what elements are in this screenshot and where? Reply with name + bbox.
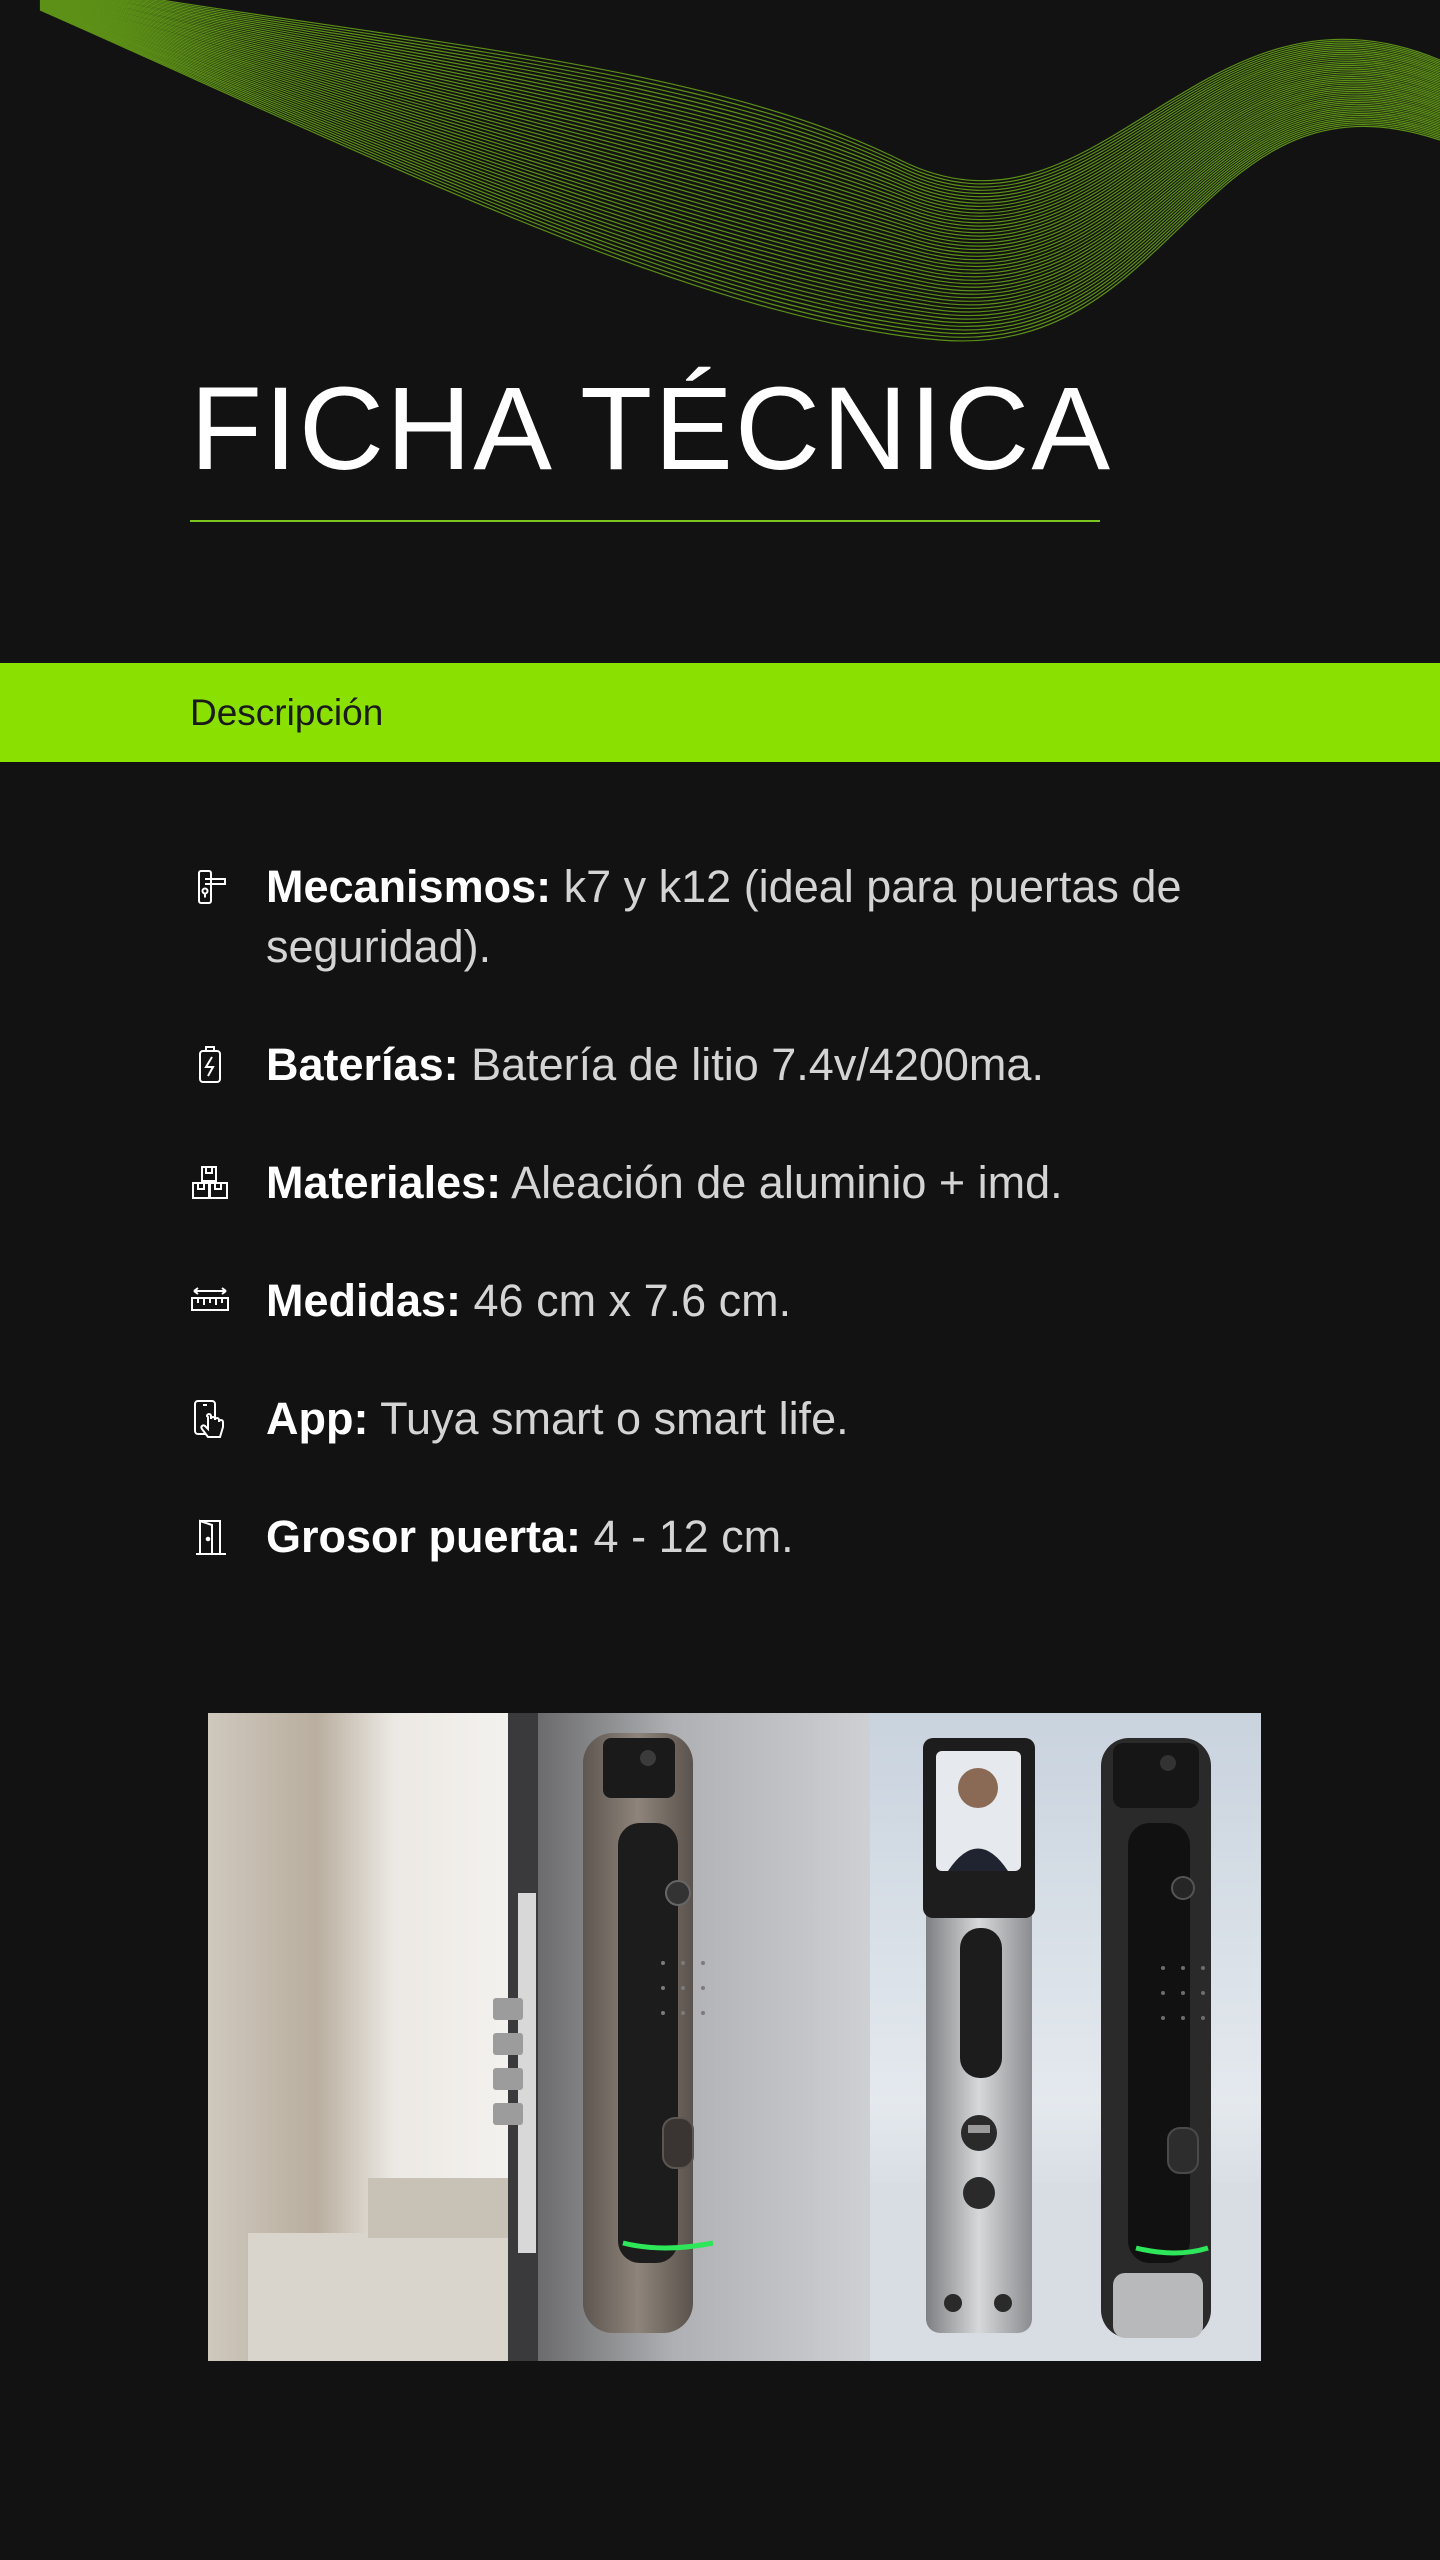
spec-item-app: App: Tuya smart o smart life.: [190, 1389, 1190, 1449]
ruler-icon: [190, 1281, 230, 1321]
spec-item-medidas: Medidas: 46 cm x 7.6 cm.: [190, 1271, 1190, 1331]
spec-label: Mecanismos:: [266, 861, 552, 912]
spec-value: Batería de litio 7.4v/4200ma.: [458, 1039, 1044, 1090]
door-icon: [190, 1517, 230, 1557]
spec-value: 4 - 12 cm.: [581, 1511, 794, 1562]
spec-label: App:: [266, 1393, 369, 1444]
phone-touch-icon: [190, 1399, 230, 1439]
spec-value: Tuya smart o smart life.: [368, 1393, 849, 1444]
section-band: Descripción: [0, 663, 1440, 762]
spec-value: 46 cm x 7.6 cm.: [461, 1275, 792, 1326]
boxes-icon: [190, 1163, 230, 1203]
spec-item-grosor: Grosor puerta: 4 - 12 cm.: [190, 1507, 1190, 1567]
spec-label: Materiales:: [266, 1157, 502, 1208]
spec-list: Mecanismos: k7 y k12 (ideal para puertas…: [190, 857, 1190, 1625]
page-title: FICHA TÉCNICA: [190, 363, 1113, 495]
spec-item-mecanismos: Mecanismos: k7 y k12 (ideal para puertas…: [190, 857, 1190, 977]
section-label: Descripción: [190, 692, 384, 733]
battery-icon: [190, 1045, 230, 1085]
title-underline: [190, 520, 1100, 522]
spec-label: Medidas:: [266, 1275, 462, 1326]
spec-item-baterias: Baterías: Batería de litio 7.4v/4200ma.: [190, 1035, 1190, 1095]
spec-value: Aleación de aluminio + imd.: [501, 1157, 1063, 1208]
product-photo: [208, 1713, 1261, 2361]
spec-label: Grosor puerta:: [266, 1511, 582, 1562]
spec-item-materiales: Materiales: Aleación de aluminio + imd.: [190, 1153, 1190, 1213]
door-handle-icon: [190, 867, 230, 907]
spec-label: Baterías:: [266, 1039, 459, 1090]
